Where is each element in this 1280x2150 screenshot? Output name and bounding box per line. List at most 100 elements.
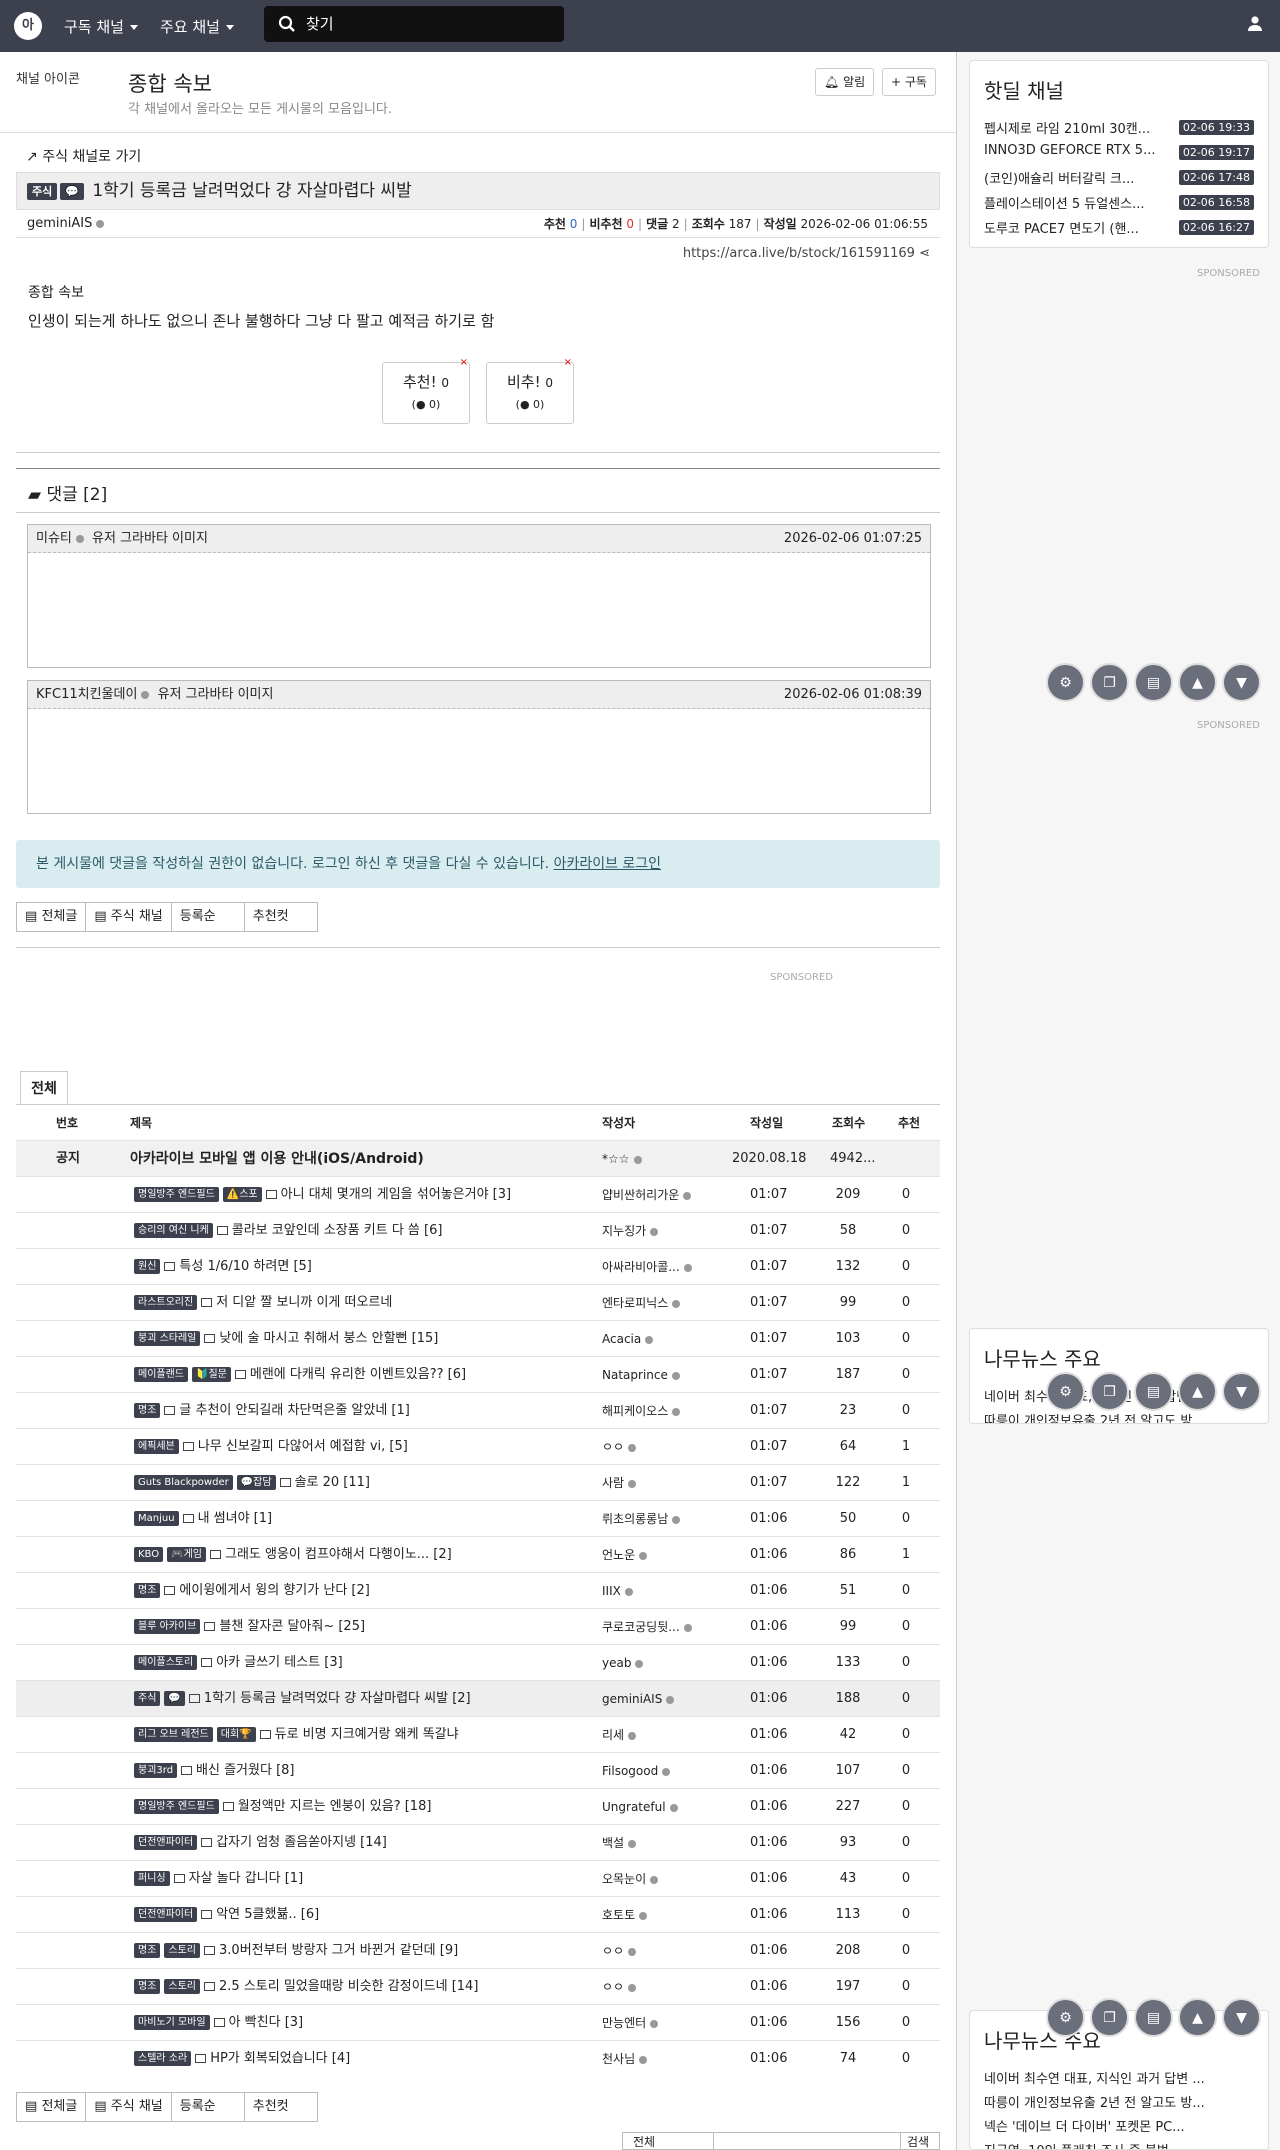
comment-author[interactable]: 미슈티 (36, 531, 72, 546)
list-icon: ▤ (25, 2099, 38, 2114)
chevron-up-button[interactable]: ▲ (1178, 1998, 1217, 2037)
table-row[interactable]: 라스트오리진 저 디앝 짤 보니까 이게 떠오르네 엔타로피닉스 01:07 99 0 (16, 1284, 940, 1320)
search-box[interactable] (264, 6, 564, 42)
post-author: 천사님 (602, 2052, 636, 2066)
login-link[interactable]: 아카라이브 로그인 (554, 856, 662, 872)
filter-best[interactable]: 추천컷 (243, 2092, 318, 2122)
downvote-button[interactable]: × 비추! 0 (● 0) (486, 357, 574, 424)
search-input[interactable] (306, 12, 546, 36)
verified-icon (633, 1155, 642, 1164)
table-row[interactable]: Manjuu 내 썸녀야 [1] 뤼초의롱롱남 01:06 50 0 (16, 1500, 940, 1536)
post-rec: 0 (901, 2051, 911, 2066)
post-title: 블챈 잘자콘 달아줘~ [25] (219, 1619, 366, 1634)
hotdeal-item[interactable]: 플레이스테이션 5 듀얼센스... 02-06 16:58 (984, 193, 1254, 218)
post-title: 나무 신보갈피 다않어서 예접함 vi, [5] (197, 1439, 408, 1454)
main-channels-dropdown[interactable]: 주요 채널 (160, 16, 234, 37)
search-type-select[interactable]: 전체 (622, 2132, 714, 2150)
post-rec: 0 (901, 1871, 911, 1886)
table-row[interactable]: KBO 🎮게임 그래도 앵웅이 컴프야해서 다행이노... [2] 언노운 01:06 8… (16, 1536, 940, 1572)
upvote-label: 추천! (402, 373, 437, 391)
hotdeal-item[interactable]: (코인)애슐리 버터갈릭 크... 02-06 17:48 (984, 168, 1254, 193)
chevron-down-button[interactable]: ▼ (1222, 1998, 1261, 2037)
filter-all[interactable]: ▤ 전체글 (16, 2092, 87, 2122)
table-row[interactable]: 메이플랜드 🔰질문 메랜에 다캐릭 유리한 이벤트있음?? [6] Nataprinc… (16, 1356, 940, 1392)
filter-channel[interactable]: ▤ 주식 채널 (85, 902, 172, 932)
post-rec: 0 (901, 1223, 911, 1238)
table-row[interactable]: 던전앤파이터 갑자기 엄청 졸음쏟아지넹 [14] 백설 01:06 93 0 (16, 1824, 940, 1860)
news-item[interactable]: 따릉이 개인정보유출 2년 전 알고도 방... (984, 2092, 1254, 2116)
tab-all[interactable]: 전체 (20, 1071, 68, 1105)
news-item[interactable]: 네이버 최수연 대표, 지식인 과거 답변 ... (984, 2068, 1254, 2092)
comments-button[interactable]: ❐ (1090, 1998, 1129, 2037)
table-row[interactable]: Guts Blackpowder 💬잡담 솔로 20 [11] 사람 01:07 122 1 (16, 1464, 940, 1500)
category-label: Guts Blackpowder (134, 1475, 233, 1490)
subscribed-channels-dropdown[interactable]: 구독 채널 (64, 16, 138, 37)
table-row[interactable]: 명조 스토리 3.0버전부터 방랑자 그거 바뀐거 같던데 [9] ㅇㅇ 01:06 20… (16, 1932, 940, 1968)
verified-icon (669, 1803, 678, 1812)
table-row[interactable]: 메이플스토리 아카 글쓰기 테스트 [3] yeab 01:06 133 0 (16, 1644, 940, 1680)
post-author: Acacia (602, 1332, 642, 1346)
main-channels-label: 주요 채널 (160, 18, 220, 36)
table-row[interactable]: 에픽세븐 나무 신보갈피 다않어서 예접함 vi, [5] ㅇㅇ 01:07 64 1 (16, 1428, 940, 1464)
chevron-down-button[interactable]: ▼ (1222, 1372, 1261, 1411)
table-row[interactable]: 스텔라 소라 HP가 회복되었습니다 [4] 천사님 01:06 74 0 (16, 2040, 940, 2076)
settings-button[interactable]: ⚙ (1046, 1372, 1085, 1411)
bottom-search-input[interactable] (713, 2132, 901, 2150)
comment-badge-icon: 💬 (60, 182, 84, 200)
hotdeal-item[interactable]: 도루코 PACE7 면도기 (핸... 02-06 16:27 (984, 218, 1254, 243)
list-button[interactable]: ▤ (1134, 1998, 1173, 2037)
table-row[interactable]: 명조 글 추천이 안되길래 차단먹은줄 알았네 [1] 해피케이오스 01:07 23 0 (16, 1392, 940, 1428)
bottom-search-button[interactable]: 검색 (900, 2132, 940, 2150)
subscribe-button[interactable]: + 구독 (882, 68, 936, 96)
settings-button[interactable]: ⚙ (1046, 663, 1085, 702)
table-row[interactable]: 붕괴3rd 배신 즐거웠다 [8] Filsogood 01:06 107 0 (16, 1752, 940, 1788)
news-item[interactable]: 지금연, 10인 플래칭 조사 중 불법... (984, 2140, 1254, 2149)
notify-button[interactable]: 🔔︎ 알림 (815, 68, 875, 96)
table-row[interactable]: 던전앤파이터 악연 5클했뷺.. [6] 호토토 01:06 113 0 (16, 1896, 940, 1932)
table-row[interactable]: 승리의 여신 니케 콜라보 코앞인데 소장품 키트 다 씀 [6] 지누징가 01:0… (16, 1212, 940, 1248)
table-row[interactable]: 명조 스토리 2.5 스토리 밀었을때랑 비슷한 감정이드네 [14] ㅇㅇ 01:06… (16, 1968, 940, 2004)
table-row[interactable]: 리그 오브 레전드 대회🏆 듀로 비명 지크예거랑 왜케 똑갈냐 리세 01:06 42 0 (16, 1716, 940, 1752)
filter-channel[interactable]: ▤ 주식 채널 (85, 2092, 172, 2122)
comments-button[interactable]: ❐ (1090, 663, 1129, 702)
upvote-count: 0 (441, 376, 450, 390)
site-logo[interactable]: 아 (14, 12, 42, 40)
filter-all[interactable]: ▤ 전체글 (16, 902, 87, 932)
filter-best[interactable]: 추천컷 (243, 902, 318, 932)
table-row[interactable]: 퍼니싱 자살 놀다 갑니다 [1] 오목눈이 01:06 43 0 (16, 1860, 940, 1896)
post-title: 아니 대체 몇개의 게임을 섞어놓은거야 [3] (280, 1187, 512, 1202)
user-icon[interactable] (1247, 15, 1263, 31)
share-icon[interactable]: ⋖ (919, 246, 930, 261)
post-author: 해피케이오스 (602, 1404, 669, 1418)
table-row[interactable]: 원신 특성 1/6/10 하려면 [5] 아싸라비아콜... 01:07 132 0 (16, 1248, 940, 1284)
filter-order[interactable]: 등록순 (170, 2092, 245, 2122)
post-author: 호토토 (602, 1908, 636, 1922)
settings-button[interactable]: ⚙ (1046, 1998, 1085, 2037)
comments-button[interactable]: ❐ (1090, 1372, 1129, 1411)
filter-order[interactable]: 등록순 (170, 902, 245, 932)
chevron-up-button[interactable]: ▲ (1178, 1372, 1217, 1411)
table-row[interactable]: 명일방주 엔드필드 월정액만 지르는 엔붕이 있음? [18] Ungrateful… (16, 1788, 940, 1824)
article-author[interactable]: geminiAIS (27, 210, 105, 238)
hotdeal-item[interactable]: INNO3D GEFORCE RTX 5... 02-06 19:17 (984, 143, 1254, 168)
post-views: 58 (839, 1223, 857, 1238)
table-row[interactable]: 붕괴 스타레일 낮에 술 마시고 취해서 붕스 안할뻔 [15] Acacia 01:… (16, 1320, 940, 1356)
table-row[interactable]: 명조 에이윙에게서 윙의 향기가 난다 [2] IIIX 01:06 51 0 (16, 1572, 940, 1608)
news-item[interactable]: 따릉이 개인정보유출 2년 전 알고도 방... (984, 1410, 1254, 1423)
table-row[interactable]: 블루 아카이브 블챈 잘자콘 달아줘~ [25] 쿠로코궁딩뒷... 01:06 99 0 (16, 1608, 940, 1644)
chevron-up-button[interactable]: ▲ (1178, 663, 1217, 702)
chevron-down-button[interactable]: ▼ (1222, 663, 1261, 702)
list-button[interactable]: ▤ (1134, 663, 1173, 702)
table-row[interactable]: 명일방주 엔드필드 ⚠️스포 아니 대체 몇개의 게임을 섞어놓은거야 [3] 얍비싼… (16, 1176, 940, 1212)
hotdeal-item[interactable]: 펩시제로 라임 210ml 30캔... 02-06 19:33 (984, 118, 1254, 143)
goto-channel-link[interactable]: ↗ 주식 채널로 가기 (26, 146, 141, 166)
upvote-button[interactable]: × 추천! 0 (● 0) (382, 357, 470, 424)
image-icon (182, 1442, 194, 1451)
table-row[interactable]: 주식 💬 1학기 등록금 날려먹었다 걍 자살마렵다 씨발 [2] geminiAIS… (16, 1680, 940, 1716)
table-row[interactable]: 마비노기 모바일 아 빡친다 [3] 만능엔터 01:06 156 0 (16, 2004, 940, 2040)
notice-row[interactable]: 공지 아카라이브 모바일 앱 이용 안내(iOS/Android) *☆☆ 20… (16, 1140, 940, 1176)
article-url[interactable]: https://arca.live/b/stock/161591169 ⋖ (683, 246, 930, 261)
news-item[interactable]: 넥슨 '데이브 더 다이버' 포켓몬 PC... (984, 2116, 1254, 2140)
comment-author[interactable]: KFC11치킨울데이 (36, 687, 137, 702)
list-button[interactable]: ▤ (1134, 1372, 1173, 1411)
